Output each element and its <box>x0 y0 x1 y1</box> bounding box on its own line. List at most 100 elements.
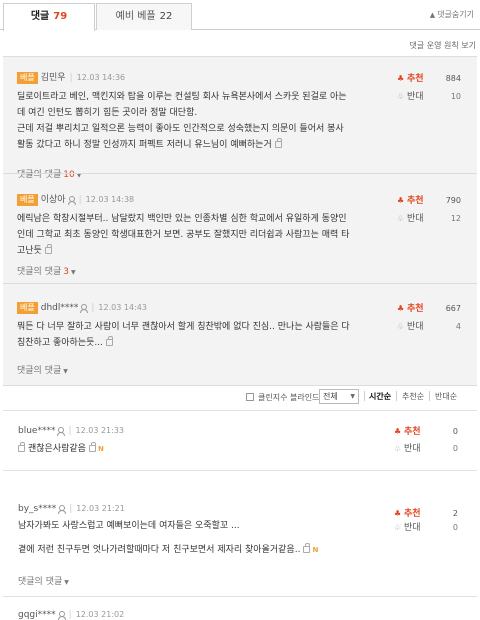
chevron-down-icon: ▼ <box>63 368 68 375</box>
comment-header: 베플 dhdl**** | 12.03 14:43 <box>17 301 147 315</box>
username[interactable]: blue**** <box>18 426 55 436</box>
clean-bot-label: 클린지수 블라인드 <box>258 393 320 402</box>
triangle-up-icon: ▲ <box>429 11 436 19</box>
comment-line: 근데 저걸 뿌리치고 일적으론 능력이 좋아도 인간적으로 성숙했는지 의문이 … <box>17 124 344 134</box>
new-icon: N <box>312 546 319 554</box>
report-icon[interactable] <box>274 138 282 148</box>
report-icon[interactable] <box>44 244 52 254</box>
comment-date: 12.03 21:33 <box>75 426 125 435</box>
comment-policy-link[interactable]: 댓글 운영 원칙 보기 <box>409 40 476 51</box>
chevron-down-icon: ▼ <box>350 393 355 400</box>
comment-header: by_s**** | 12.03 21:21 <box>18 504 125 514</box>
comment-date: 12.03 21:02 <box>75 610 125 619</box>
upvote-count: 667 <box>445 304 461 313</box>
downvote-button[interactable]: ♧ 반대 4 <box>397 319 467 335</box>
downvote-count: 0 <box>452 523 458 532</box>
thumbs-down-icon: ♧ <box>394 523 402 532</box>
downvote-button[interactable]: ♧ 반대 10 <box>397 89 467 105</box>
user-icon <box>80 304 89 313</box>
sort-by-time[interactable]: 시간순 <box>369 391 391 402</box>
divider <box>3 470 477 471</box>
upvote-button[interactable]: ♣ 추천 884 <box>397 71 467 87</box>
reply-count: 10 <box>63 170 75 180</box>
upvote-count: 884 <box>445 74 461 83</box>
clean-bot-checkbox[interactable] <box>246 393 254 401</box>
comment-line: 칭찬하고 좋아하는듯... <box>17 335 383 351</box>
username[interactable]: by_s**** <box>18 504 56 514</box>
thumbs-down-icon: ♧ <box>397 92 405 101</box>
comment-line: 딜로이트라고 베인, 맥킨지와 탑을 이루는 컨설팅 회사 뉴욕본사에서 스카웃… <box>17 92 347 102</box>
username[interactable]: 김민우 <box>41 73 66 83</box>
comment-line: 뭐든 다 너무 잘하고 사람이 너무 괜찮아서 할게 칭찬밖에 없다 진심.. … <box>17 322 350 332</box>
reply-toggle[interactable]: 댓글의 댓글 ▼ <box>18 574 69 587</box>
best-badge: 베플 <box>17 302 38 314</box>
thumbs-down-icon: ♧ <box>394 444 402 453</box>
hide-comments-label: 댓글숨기기 <box>437 10 474 19</box>
thumbs-down-icon: ♧ <box>397 322 405 331</box>
downvote-count: 4 <box>455 322 461 331</box>
comment-text: 딜로이트라고 베인, 맥킨지와 탑을 이루는 컨설팅 회사 뉴욕본사에서 스카웃… <box>17 89 383 153</box>
best-badge: 베플 <box>17 194 38 206</box>
thumbs-up-icon: ♣ <box>394 427 402 436</box>
comment-text: 괜찮은사람같음 N <box>18 441 384 457</box>
downvote-button[interactable]: ♧ 반대 0 <box>394 520 464 536</box>
comment-line: 남자가봐도 사랑스럽고 예뻐보이는데 여자들은 오죽할꼬 ... <box>18 521 240 531</box>
thumbs-up-icon: ♣ <box>397 74 405 83</box>
sort-by-upvotes[interactable]: 추천순 <box>402 391 424 402</box>
user-icon <box>58 505 67 514</box>
comment-date: 12.03 14:43 <box>98 303 147 312</box>
downvote-button[interactable]: ♧ 반대 12 <box>397 211 467 227</box>
user-icon <box>67 196 76 205</box>
user-icon <box>57 427 66 436</box>
thumbs-down-icon: ♧ <box>397 214 405 223</box>
comment-line: 데 여긴 인턴도 뽑히기 힘든 곳이라 정말 대단함. <box>17 108 198 118</box>
comment-header: blue**** | 12.03 21:33 <box>18 426 125 436</box>
comment-text: 남자가봐도 사랑스럽고 예뻐보이는데 여자들은 오죽할꼬 ... 곁에 저런 친… <box>18 518 384 558</box>
comment-date: 12.03 14:36 <box>76 73 126 82</box>
comment-text: 에릭남은 학창시절부터.. 남달랐지 백인만 있는 인종차별 심한 학교에서 유… <box>17 211 383 259</box>
tab-comments-label: 댓글 <box>30 11 50 22</box>
comment-text: 뭐든 다 너무 잘하고 사람이 너무 괜찮아서 할게 칭찬밖에 없다 진심.. … <box>17 319 383 351</box>
sort-by-downvotes[interactable]: 반대순 <box>435 391 457 402</box>
comment-line: 고난듯 <box>17 243 383 259</box>
comment-line <box>18 534 384 542</box>
thumbs-up-icon: ♣ <box>397 196 405 205</box>
downvote-button[interactable]: ♧ 반대 0 <box>394 441 464 457</box>
filter-select[interactable]: 전체 ▼ <box>319 389 359 404</box>
new-icon: N <box>97 445 104 453</box>
username[interactable]: dhdl**** <box>41 303 79 313</box>
divider <box>3 596 477 597</box>
downvote-count: 12 <box>450 214 461 223</box>
comment-line: 괜찮은사람같음 N <box>18 441 384 457</box>
comment-header: gqgi**** | 12.03 21:02 <box>18 610 125 620</box>
reply-toggle[interactable]: 댓글의 댓글 3 ▼ <box>17 264 76 277</box>
upvote-count: 790 <box>445 196 461 205</box>
tab-comments[interactable]: 댓글 79 <box>3 3 95 31</box>
divider <box>3 283 477 284</box>
report-icon[interactable] <box>88 442 96 452</box>
tab-comments-count: 79 <box>53 11 68 22</box>
divider <box>3 173 477 174</box>
downvote-count: 10 <box>450 92 461 101</box>
report-icon[interactable] <box>303 543 311 553</box>
username[interactable]: 이상아 <box>41 195 66 205</box>
upvote-button[interactable]: ♣ 추천 790 <box>397 193 467 209</box>
upvote-button[interactable]: ♣ 추천 0 <box>394 424 464 440</box>
best-comments-area: 베플 김민우 | 12.03 14:36 딜로이트라고 베인, 맥킨지와 탑을 이루는… <box>3 56 477 386</box>
report-icon[interactable] <box>18 442 25 452</box>
tab-pre-best[interactable]: 예비 베플 22 <box>96 3 192 30</box>
thumbs-up-icon: ♣ <box>397 304 405 313</box>
comment-line: 활동 갔다고 하니 정말 인성까지 퍼펙트 저러니 유느님이 예뻐하는거 <box>17 137 383 153</box>
reply-count: 3 <box>63 267 69 277</box>
comment-line: 곁에 저런 친구두면 엇나가려할때마다 저 친구보면서 제자리 찾아올거같음..… <box>18 542 384 558</box>
chevron-down-icon: ▼ <box>64 579 69 586</box>
upvote-button[interactable]: ♣ 추천 667 <box>397 301 467 317</box>
report-icon[interactable] <box>105 336 113 346</box>
upvote-count: 0 <box>452 427 458 436</box>
comment-line: 인데 그학교 최초 동양인 학생대표한거 보면. 공부도 잘했지만 리더쉽과 사… <box>17 230 350 240</box>
hide-comments-button[interactable]: ▲ 댓글숨기기 <box>430 9 474 20</box>
best-badge: 베플 <box>17 72 38 84</box>
comment-header: 베플 이상아 | 12.03 14:38 <box>17 193 134 207</box>
reply-toggle[interactable]: 댓글의 댓글 ▼ <box>17 363 68 376</box>
username[interactable]: gqgi**** <box>18 610 56 620</box>
